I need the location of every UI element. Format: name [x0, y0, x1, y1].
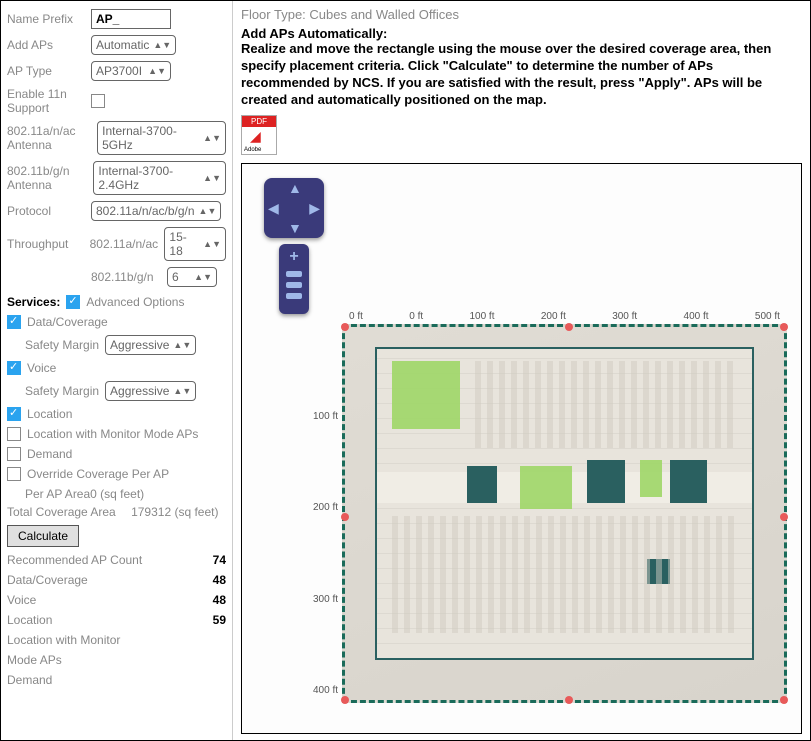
- resize-handle[interactable]: [565, 696, 573, 704]
- location-label: Location: [27, 407, 72, 421]
- total-coverage-label: Total Coverage Area: [7, 505, 116, 519]
- ap-type-label: AP Type: [7, 64, 85, 78]
- result-voice-value: 48: [186, 593, 226, 607]
- select-arrows-icon: ▲▼: [203, 239, 221, 249]
- enable-11n-label: Enable 11n Support: [7, 87, 85, 115]
- resize-handle[interactable]: [780, 323, 788, 331]
- adobe-brand-label: Adobe: [244, 147, 261, 153]
- resize-handle[interactable]: [341, 323, 349, 331]
- result-data-value: 48: [186, 573, 226, 587]
- throughput-a-select[interactable]: 15-18▲▼: [164, 227, 226, 261]
- zoom-tick-icon: [286, 282, 302, 288]
- antenna-5ghz-label: 802.11a/n/ac Antenna: [7, 124, 91, 152]
- data-safety-label: Safety Margin: [25, 338, 99, 352]
- voice-checkbox[interactable]: [7, 361, 21, 375]
- select-arrows-icon: ▲▼: [173, 340, 191, 350]
- advanced-options-checkbox[interactable]: [66, 295, 80, 309]
- pan-up-icon[interactable]: ▲: [288, 180, 302, 196]
- result-locmonitor-label: Location with Monitor: [7, 633, 120, 647]
- enable-11n-checkbox[interactable]: [91, 94, 105, 108]
- floor-type-label: Floor Type: Cubes and Walled Offices: [241, 7, 802, 22]
- result-modeaps-label: Mode APs: [7, 653, 62, 667]
- select-arrows-icon: ▲▼: [199, 206, 217, 216]
- zoom-tick-icon: [286, 271, 302, 277]
- map-nav-control: ▲ ▼ ◀ ▶ +: [264, 178, 324, 314]
- throughput-label: Throughput: [7, 237, 84, 251]
- axis-top: 0 ft 0 ft 100 ft 200 ft 300 ft 400 ft 50…: [345, 311, 784, 322]
- recommended-ap-value: 74: [186, 553, 226, 567]
- data-safety-select[interactable]: Aggressive▲▼: [105, 335, 196, 355]
- add-aps-label: Add APs: [7, 38, 85, 52]
- pan-left-icon[interactable]: ◀: [268, 200, 279, 217]
- recommended-ap-label: Recommended AP Count: [7, 553, 142, 567]
- resize-handle[interactable]: [780, 696, 788, 704]
- settings-sidebar: Name Prefix Add APs Automatic▲▼ AP Type …: [1, 1, 233, 740]
- main-panel: Floor Type: Cubes and Walled Offices Add…: [233, 1, 810, 740]
- resize-handle[interactable]: [341, 696, 349, 704]
- select-arrows-icon: ▲▼: [153, 40, 171, 50]
- voice-label: Voice: [27, 361, 56, 375]
- override-coverage-label: Override Coverage Per AP: [27, 467, 169, 481]
- antenna-5ghz-select[interactable]: Internal-3700-5GHz▲▼: [97, 121, 226, 155]
- advanced-options-label: Advanced Options: [86, 295, 184, 309]
- zoom-in-icon[interactable]: +: [279, 248, 309, 266]
- data-coverage-checkbox[interactable]: [7, 315, 21, 329]
- select-arrows-icon: ▲▼: [203, 133, 221, 143]
- result-demand-label: Demand: [7, 673, 52, 687]
- result-location-label: Location: [7, 613, 52, 627]
- coverage-rectangle[interactable]: 0 ft 0 ft 100 ft 200 ft 300 ft 400 ft 50…: [342, 324, 787, 703]
- calculate-button[interactable]: Calculate: [7, 525, 79, 547]
- protocol-select[interactable]: 802.11a/n/ac/b/g/n▲▼: [91, 201, 221, 221]
- antenna-24ghz-label: 802.11b/g/n Antenna: [7, 164, 87, 192]
- data-coverage-label: Data/Coverage: [27, 315, 108, 329]
- voice-safety-select[interactable]: Aggressive▲▼: [105, 381, 196, 401]
- throughput-b-select[interactable]: 6▲▼: [167, 267, 217, 287]
- override-coverage-checkbox[interactable]: [7, 467, 21, 481]
- result-data-label: Data/Coverage: [7, 573, 88, 587]
- resize-handle[interactable]: [565, 323, 573, 331]
- pan-down-icon[interactable]: ▼: [288, 220, 302, 236]
- location-monitor-checkbox[interactable]: [7, 427, 21, 441]
- add-aps-select[interactable]: Automatic▲▼: [91, 35, 176, 55]
- name-prefix-input[interactable]: [91, 9, 171, 29]
- antenna-24ghz-select[interactable]: Internal-3700-2.4GHz▲▼: [93, 161, 226, 195]
- zoom-tick-icon: [286, 293, 302, 299]
- throughput-b-label: 802.11b/g/n: [91, 270, 161, 284]
- ap-type-select[interactable]: AP3700I▲▼: [91, 61, 171, 81]
- per-ap-area-label: Per AP Area0 (sq feet): [25, 487, 226, 501]
- map-zoom-control[interactable]: +: [279, 244, 309, 314]
- result-location-value: 59: [186, 613, 226, 627]
- floor-plan: [375, 347, 754, 660]
- demand-checkbox[interactable]: [7, 447, 21, 461]
- instructions-text: Realize and move the rectangle using the…: [241, 41, 802, 109]
- pan-right-icon[interactable]: ▶: [309, 200, 320, 217]
- pdf-icon[interactable]: PDF ◢ Adobe: [241, 115, 277, 155]
- adobe-logo-icon: ◢: [250, 128, 261, 145]
- protocol-label: Protocol: [7, 204, 85, 218]
- demand-label: Demand: [27, 447, 72, 461]
- select-arrows-icon: ▲▼: [194, 272, 212, 282]
- result-voice-label: Voice: [7, 593, 36, 607]
- resize-handle[interactable]: [780, 513, 788, 521]
- select-arrows-icon: ▲▼: [203, 173, 221, 183]
- map-pan-dpad[interactable]: ▲ ▼ ◀ ▶: [264, 178, 324, 238]
- axis-left: 100 ft 200 ft 300 ft 400 ft: [313, 327, 338, 700]
- floor-map[interactable]: ▲ ▼ ◀ ▶ + 0 ft 0 ft 100 ft 200 ft: [241, 163, 802, 734]
- location-monitor-label: Location with Monitor Mode APs: [27, 427, 198, 441]
- results-panel: Recommended AP Count 74 Data/Coverage 48 V…: [7, 553, 226, 687]
- total-coverage-value: 179312 (sq feet): [131, 505, 218, 519]
- name-prefix-label: Name Prefix: [7, 12, 85, 26]
- select-arrows-icon: ▲▼: [173, 386, 191, 396]
- throughput-a-label: 802.11a/n/ac: [90, 237, 159, 251]
- resize-handle[interactable]: [341, 513, 349, 521]
- voice-safety-label: Safety Margin: [25, 384, 99, 398]
- add-aps-title: Add APs Automatically:: [241, 26, 802, 41]
- pdf-label: PDF: [242, 116, 276, 127]
- location-checkbox[interactable]: [7, 407, 21, 421]
- services-label: Services:: [7, 295, 60, 309]
- select-arrows-icon: ▲▼: [148, 66, 166, 76]
